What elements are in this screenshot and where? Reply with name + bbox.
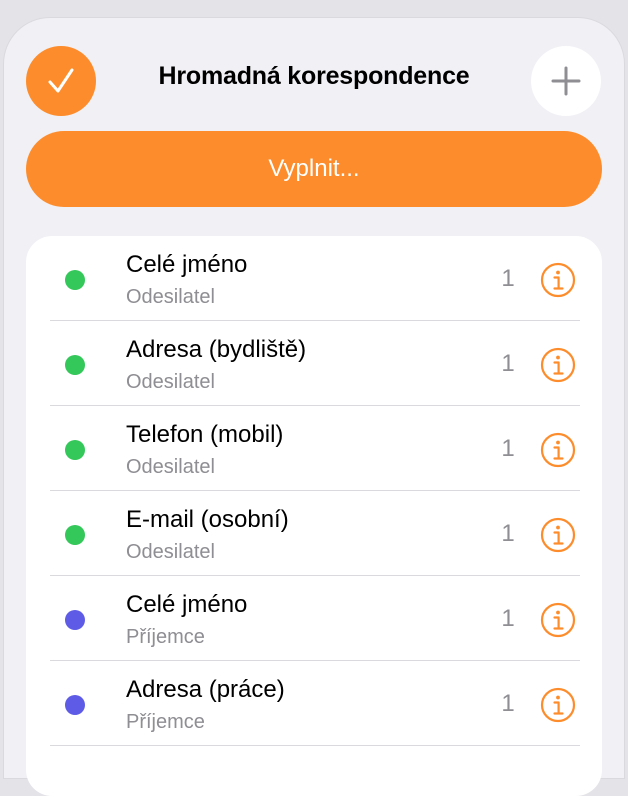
sender-dot bbox=[65, 525, 85, 545]
list-item[interactable]: Adresa (bydliště) Odesilatel 1 bbox=[26, 321, 602, 406]
field-title: Celé jméno bbox=[126, 591, 248, 618]
sender-dot bbox=[65, 270, 85, 290]
field-title: E-mail (osobní) bbox=[126, 506, 289, 533]
field-count: 1 bbox=[501, 520, 515, 547]
info-icon[interactable] bbox=[540, 602, 576, 638]
field-title: Celé jméno bbox=[126, 251, 248, 278]
list-item[interactable]: Celé jméno Příjemce 1 bbox=[26, 576, 602, 661]
list-item[interactable]: Adresa (práce) Příjemce 1 bbox=[26, 661, 602, 746]
sheet-title: Hromadná korespondence bbox=[158, 62, 470, 90]
done-button[interactable] bbox=[26, 46, 96, 116]
field-title: Adresa (bydliště) bbox=[126, 336, 307, 363]
field-role: Odesilatel bbox=[126, 541, 215, 563]
info-icon[interactable] bbox=[540, 347, 576, 383]
info-icon[interactable] bbox=[540, 432, 576, 468]
field-role: Příjemce bbox=[126, 626, 205, 648]
info-icon[interactable] bbox=[540, 517, 576, 553]
info-icon[interactable] bbox=[540, 687, 576, 723]
row-separator bbox=[50, 745, 580, 746]
add-field-button[interactable] bbox=[531, 46, 601, 116]
sender-dot bbox=[65, 355, 85, 375]
field-role: Odesilatel bbox=[126, 456, 215, 478]
info-icon[interactable] bbox=[540, 262, 576, 298]
field-count: 1 bbox=[501, 265, 515, 292]
field-role: Příjemce bbox=[126, 711, 205, 733]
mail-merge-sheet: Hromadná korespondence Vyplnit... Celé j… bbox=[4, 18, 624, 796]
field-role: Odesilatel bbox=[126, 371, 215, 393]
field-count: 1 bbox=[501, 435, 515, 462]
list-item[interactable]: Celé jméno Odesilatel 1 bbox=[26, 236, 602, 321]
field-title: Telefon (mobil) bbox=[126, 421, 284, 448]
checkmark-icon bbox=[48, 68, 74, 93]
field-role: Odesilatel bbox=[126, 286, 215, 308]
field-count: 1 bbox=[501, 350, 515, 377]
field-list: Celé jméno Odesilatel 1 Adresa (bydliště… bbox=[26, 236, 602, 796]
field-title: Adresa (práce) bbox=[126, 676, 285, 703]
list-item[interactable]: Telefon (mobil) Odesilatel 1 bbox=[26, 406, 602, 491]
plus-icon bbox=[551, 66, 581, 96]
sender-dot bbox=[65, 440, 85, 460]
recipient-dot bbox=[65, 695, 85, 715]
field-count: 1 bbox=[501, 605, 515, 632]
list-item[interactable]: E-mail (osobní) Odesilatel 1 bbox=[26, 491, 602, 576]
field-count: 1 bbox=[501, 690, 515, 717]
fill-button[interactable]: Vyplnit... bbox=[26, 131, 602, 207]
recipient-dot bbox=[65, 610, 85, 630]
